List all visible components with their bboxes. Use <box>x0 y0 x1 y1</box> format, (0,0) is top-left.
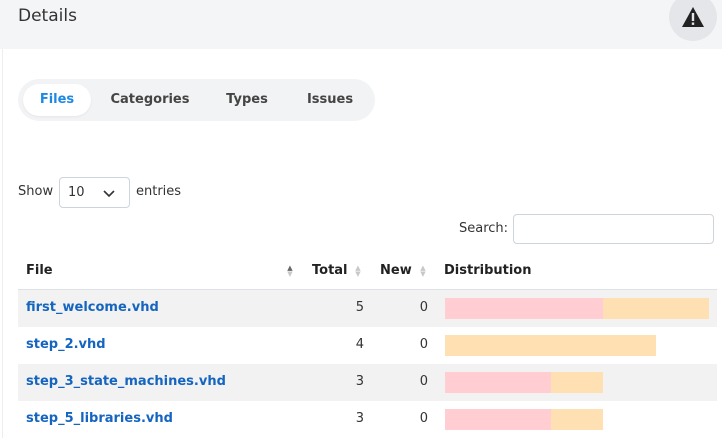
new-cell: 0 <box>419 300 428 315</box>
file-link[interactable]: step_3_state_machines.vhd <box>26 374 226 389</box>
total-cell: 3 <box>355 411 364 426</box>
column-header-total[interactable]: Total <box>312 263 348 278</box>
distribution-segment-normal <box>550 409 604 430</box>
entries-label: entries <box>136 184 182 199</box>
warning-icon <box>682 7 704 27</box>
total-cell: 5 <box>355 300 364 315</box>
tab-issues[interactable]: Issues <box>298 84 362 116</box>
column-header-new[interactable]: New <box>380 263 412 278</box>
show-label: Show <box>18 184 54 199</box>
table-row: step_2.vhd 4 0 <box>18 327 717 364</box>
distribution-segment-high <box>445 372 551 393</box>
distribution-segment-normal <box>550 372 604 393</box>
alert-button[interactable] <box>669 0 717 41</box>
new-cell: 0 <box>419 411 428 426</box>
sort-icon[interactable]: ▲ ▼ <box>419 265 427 278</box>
distribution-segment-normal <box>445 335 657 356</box>
sort-icon[interactable]: ▲ ▼ <box>354 265 362 278</box>
file-link[interactable]: first_welcome.vhd <box>26 300 159 315</box>
column-header-file[interactable]: File <box>26 263 53 278</box>
entries-per-page-select[interactable]: 10 <box>59 177 130 208</box>
search-label: Search: <box>459 221 509 236</box>
table-row: step_3_state_machines.vhd 3 0 <box>18 364 717 401</box>
tab-types[interactable]: Types <box>215 84 279 116</box>
table-row: step_5_libraries.vhd 3 0 <box>18 401 717 438</box>
total-cell: 4 <box>355 337 364 352</box>
chevron-down-icon <box>103 190 115 198</box>
distribution-segment-normal <box>603 298 709 319</box>
search-input[interactable] <box>513 214 714 244</box>
file-link[interactable]: step_5_libraries.vhd <box>26 411 173 426</box>
file-link[interactable]: step_2.vhd <box>26 337 106 352</box>
total-cell: 3 <box>355 374 364 389</box>
details-tabs: Files Categories Types Issues <box>18 79 375 121</box>
page-title: Details <box>18 6 77 26</box>
table-row: first_welcome.vhd 5 0 <box>18 290 717 327</box>
sort-asc-icon[interactable]: ▲ ▼ <box>286 265 294 278</box>
entries-per-page-value: 10 <box>68 185 85 200</box>
new-cell: 0 <box>419 374 428 389</box>
card-border <box>2 49 3 438</box>
distribution-segment-high <box>445 409 551 430</box>
details-header: Details <box>0 0 722 49</box>
column-header-distribution: Distribution <box>444 263 532 278</box>
new-cell: 0 <box>419 337 428 352</box>
tab-files[interactable]: Files <box>23 84 91 116</box>
distribution-segment-high <box>445 298 604 319</box>
tab-categories[interactable]: Categories <box>104 84 196 116</box>
